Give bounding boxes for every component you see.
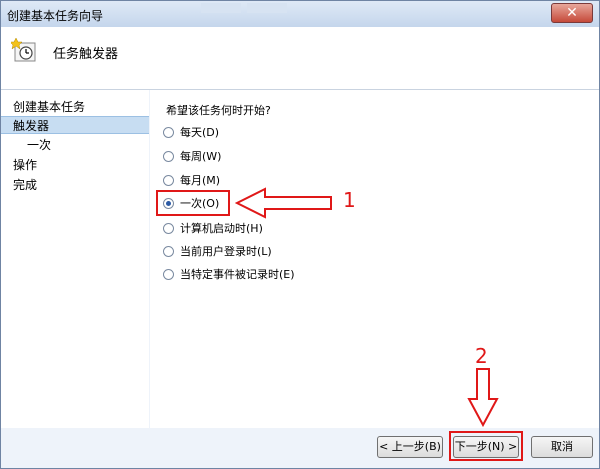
nav-item-once[interactable]: 一次: [1, 136, 149, 154]
start-question: 希望该任务何时开始?: [166, 104, 271, 117]
radio-daily[interactable]: [163, 126, 174, 138]
option-logon[interactable]: 当前用户登录时(L): [163, 242, 272, 260]
wizard-header: 任务触发器: [1, 27, 599, 90]
title-bar: 创建基本任务向导 ✕: [1, 1, 599, 27]
radio-event[interactable]: [163, 268, 174, 280]
nav-item-action[interactable]: 操作: [1, 156, 149, 174]
radio-monthly[interactable]: [163, 174, 174, 186]
wizard-steps-nav: 创建基本任务 触发器 一次 操作 完成: [1, 90, 149, 468]
annotation-number-1: 1: [343, 188, 356, 212]
radio-weekly[interactable]: [163, 150, 174, 162]
nav-item-create-task[interactable]: 创建基本任务: [1, 98, 149, 116]
close-button[interactable]: ✕: [551, 3, 593, 23]
nav-item-finish[interactable]: 完成: [1, 176, 149, 194]
radio-logon[interactable]: [163, 245, 174, 257]
annotation-number-2: 2: [475, 344, 488, 368]
option-label: 每周(W): [180, 150, 222, 163]
option-label: 当特定事件被记录时(E): [180, 268, 295, 281]
cancel-button[interactable]: 取消: [531, 436, 593, 458]
option-daily[interactable]: 每天(D): [163, 123, 219, 141]
option-startup[interactable]: 计算机启动时(H): [163, 219, 263, 237]
option-monthly[interactable]: 每月(M): [163, 171, 220, 189]
nav-item-trigger[interactable]: 触发器: [1, 116, 149, 134]
back-button[interactable]: < 上一步(B): [377, 436, 443, 458]
annotation-highlight-once: [156, 190, 230, 216]
annotation-arrow-left-icon: [235, 187, 332, 219]
task-clock-icon: [11, 37, 36, 62]
option-label: 当前用户登录时(L): [180, 245, 272, 258]
option-weekly[interactable]: 每周(W): [163, 147, 221, 165]
page-title: 任务触发器: [53, 47, 119, 62]
window-title: 创建基本任务向导: [7, 9, 104, 23]
wizard-window: 创建基本任务向导 ✕ 任务触发器 创建基本任务 触发器 一次 操作 完成 希望该…: [0, 0, 600, 469]
radio-startup[interactable]: [163, 222, 174, 234]
option-label: 计算机启动时(H): [180, 222, 263, 235]
title-bar-obscured-area: [247, 3, 287, 13]
option-event[interactable]: 当特定事件被记录时(E): [163, 265, 295, 283]
option-label: 每月(M): [180, 174, 221, 187]
annotation-arrow-down-icon: [467, 368, 499, 427]
annotation-highlight-next: [449, 431, 523, 461]
title-bar-obscured-area: [201, 3, 241, 13]
option-label: 每天(D): [180, 126, 220, 139]
